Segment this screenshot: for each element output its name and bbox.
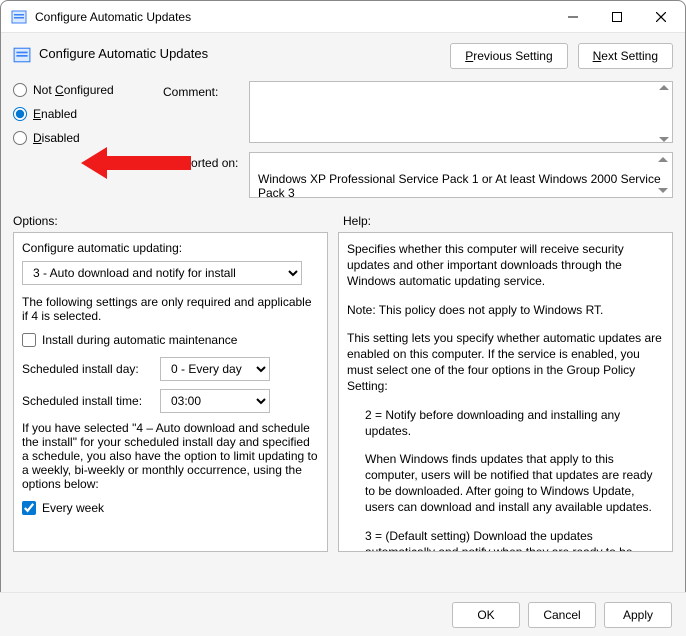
help-heading: Help: — [343, 214, 371, 228]
help-text: When Windows finds updates that apply to… — [347, 451, 664, 516]
supported-label: Supported on: — [163, 152, 249, 170]
sched-time-label: Scheduled install time: — [22, 394, 150, 408]
install-maintenance-checkbox[interactable] — [22, 333, 36, 347]
comment-textarea[interactable] — [249, 81, 673, 143]
options-paragraph: If you have selected "4 – Auto download … — [22, 421, 319, 491]
scroll-up-icon — [658, 157, 668, 162]
help-text: This setting lets you specify whether au… — [347, 330, 664, 395]
sched-day-select[interactable]: 0 - Every day — [160, 357, 270, 381]
every-week-checkbox[interactable] — [22, 501, 36, 515]
sched-time-select[interactable]: 03:00 — [160, 389, 270, 413]
scroll-down-icon — [659, 137, 669, 142]
radio-not-configured-input[interactable] — [13, 83, 27, 97]
radio-enabled[interactable]: Enabled — [13, 107, 163, 121]
comment-label: Comment: — [163, 81, 249, 99]
window-title: Configure Automatic Updates — [35, 10, 551, 24]
supported-on-box: Windows XP Professional Service Pack 1 o… — [249, 152, 673, 198]
titlebar: Configure Automatic Updates — [1, 1, 685, 33]
ok-button[interactable]: OK — [452, 602, 520, 628]
install-maintenance-checkbox-row[interactable]: Install during automatic maintenance — [22, 333, 319, 347]
options-note: The following settings are only required… — [22, 295, 319, 323]
configure-updating-label: Configure automatic updating: — [22, 241, 319, 255]
sched-day-label: Scheduled install day: — [22, 362, 150, 376]
options-heading: Options: — [13, 214, 343, 228]
page-title: Configure Automatic Updates — [39, 43, 442, 61]
help-text: Specifies whether this computer will rec… — [347, 241, 664, 290]
close-button[interactable] — [639, 2, 683, 32]
radio-enabled-input[interactable] — [13, 107, 27, 121]
every-week-checkbox-row[interactable]: Every week — [22, 501, 319, 515]
previous-setting-button[interactable]: Previous Setting — [450, 43, 567, 69]
help-text: Note: This policy does not apply to Wind… — [347, 302, 664, 318]
help-panel: Specifies whether this computer will rec… — [338, 232, 673, 552]
maximize-button[interactable] — [595, 2, 639, 32]
cancel-button[interactable]: Cancel — [528, 602, 596, 628]
options-panel: Configure automatic updating: 3 - Auto d… — [13, 232, 328, 552]
dialog-footer: OK Cancel Apply — [0, 592, 686, 636]
policy-icon — [13, 46, 31, 64]
radio-not-configured[interactable]: Not Configured — [13, 83, 163, 97]
policy-icon — [11, 9, 27, 25]
radio-disabled[interactable]: Disabled — [13, 131, 163, 145]
minimize-button[interactable] — [551, 2, 595, 32]
configure-updating-select[interactable]: 3 - Auto download and notify for install — [22, 261, 302, 285]
next-setting-button[interactable]: Next Setting — [578, 43, 673, 69]
apply-button[interactable]: Apply — [604, 602, 672, 628]
scroll-down-icon — [658, 188, 668, 193]
scroll-up-icon — [659, 85, 669, 90]
radio-disabled-input[interactable] — [13, 131, 27, 145]
help-text: 3 = (Default setting) Download the updat… — [347, 528, 664, 552]
help-text: 2 = Notify before downloading and instal… — [347, 407, 664, 439]
